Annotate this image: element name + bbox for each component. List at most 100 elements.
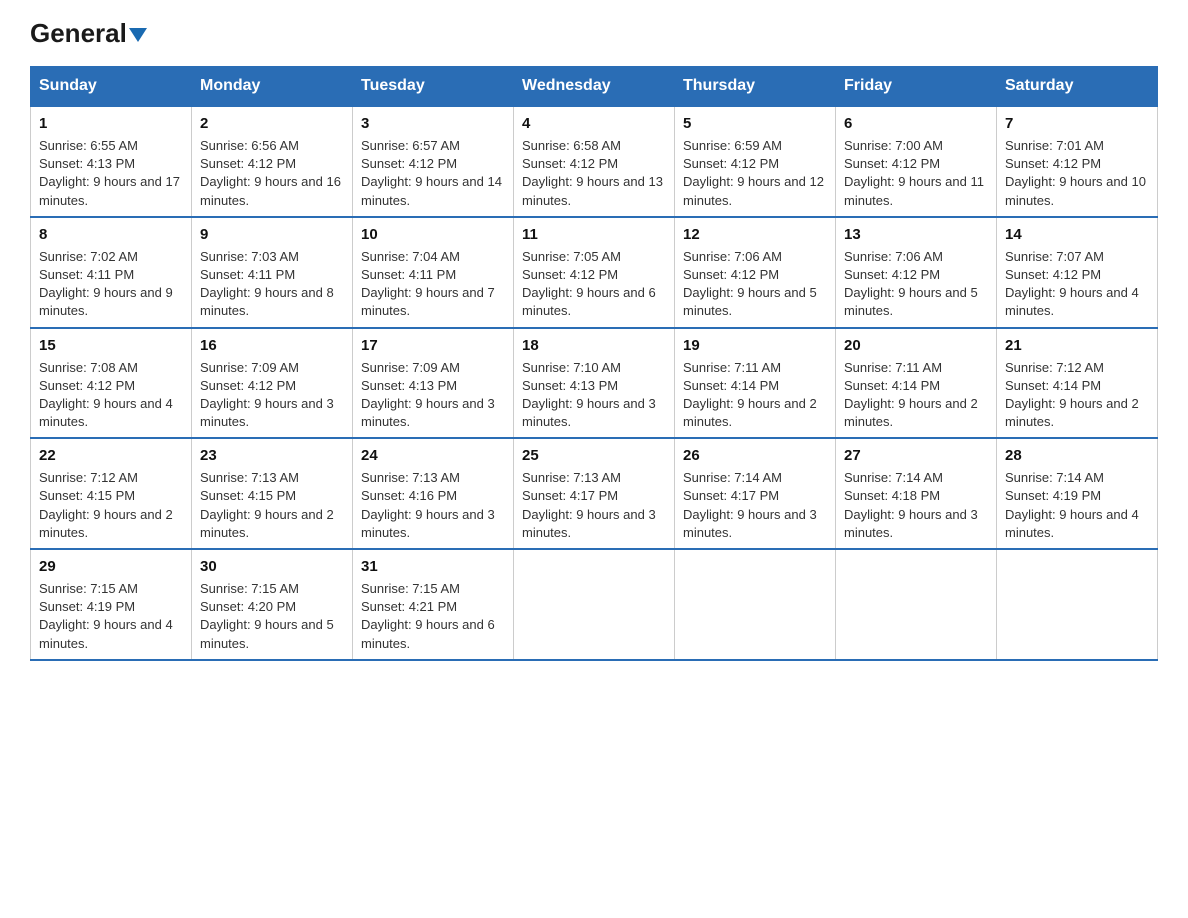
calendar-header-thursday: Thursday bbox=[675, 67, 836, 107]
calendar-cell: 9 Sunrise: 7:03 AMSunset: 4:11 PMDaylight… bbox=[192, 217, 353, 328]
day-info: Sunrise: 7:13 AMSunset: 4:16 PMDaylight:… bbox=[361, 469, 505, 542]
calendar-cell: 24 Sunrise: 7:13 AMSunset: 4:16 PMDayligh… bbox=[353, 438, 514, 549]
day-info: Sunrise: 7:10 AMSunset: 4:13 PMDaylight:… bbox=[522, 359, 666, 432]
day-info: Sunrise: 7:07 AMSunset: 4:12 PMDaylight:… bbox=[1005, 248, 1149, 321]
day-info: Sunrise: 7:09 AMSunset: 4:12 PMDaylight:… bbox=[200, 359, 344, 432]
calendar-cell: 22 Sunrise: 7:12 AMSunset: 4:15 PMDayligh… bbox=[31, 438, 192, 549]
calendar-header-sunday: Sunday bbox=[31, 67, 192, 107]
day-info: Sunrise: 6:58 AMSunset: 4:12 PMDaylight:… bbox=[522, 137, 666, 210]
day-number: 21 bbox=[1005, 335, 1149, 356]
day-info: Sunrise: 7:03 AMSunset: 4:11 PMDaylight:… bbox=[200, 248, 344, 321]
calendar-cell: 23 Sunrise: 7:13 AMSunset: 4:15 PMDayligh… bbox=[192, 438, 353, 549]
calendar-header-wednesday: Wednesday bbox=[514, 67, 675, 107]
logo-line1: General bbox=[30, 20, 147, 46]
day-number: 13 bbox=[844, 224, 988, 245]
calendar-header-monday: Monday bbox=[192, 67, 353, 107]
page-header: General bbox=[30, 20, 1158, 48]
day-number: 24 bbox=[361, 445, 505, 466]
day-number: 14 bbox=[1005, 224, 1149, 245]
calendar-cell: 27 Sunrise: 7:14 AMSunset: 4:18 PMDayligh… bbox=[836, 438, 997, 549]
day-number: 31 bbox=[361, 556, 505, 577]
day-info: Sunrise: 7:01 AMSunset: 4:12 PMDaylight:… bbox=[1005, 137, 1149, 210]
calendar-week-row: 22 Sunrise: 7:12 AMSunset: 4:15 PMDayligh… bbox=[31, 438, 1158, 549]
calendar-table: SundayMondayTuesdayWednesdayThursdayFrid… bbox=[30, 66, 1158, 661]
calendar-cell: 2 Sunrise: 6:56 AMSunset: 4:12 PMDaylight… bbox=[192, 106, 353, 217]
calendar-cell: 7 Sunrise: 7:01 AMSunset: 4:12 PMDaylight… bbox=[997, 106, 1158, 217]
day-info: Sunrise: 7:15 AMSunset: 4:21 PMDaylight:… bbox=[361, 580, 505, 653]
day-info: Sunrise: 7:06 AMSunset: 4:12 PMDaylight:… bbox=[683, 248, 827, 321]
calendar-cell: 17 Sunrise: 7:09 AMSunset: 4:13 PMDayligh… bbox=[353, 328, 514, 439]
logo-triangle-icon bbox=[129, 28, 147, 42]
calendar-header-friday: Friday bbox=[836, 67, 997, 107]
day-number: 26 bbox=[683, 445, 827, 466]
day-number: 18 bbox=[522, 335, 666, 356]
day-number: 28 bbox=[1005, 445, 1149, 466]
calendar-cell: 14 Sunrise: 7:07 AMSunset: 4:12 PMDayligh… bbox=[997, 217, 1158, 328]
calendar-header-row: SundayMondayTuesdayWednesdayThursdayFrid… bbox=[31, 67, 1158, 107]
day-info: Sunrise: 7:00 AMSunset: 4:12 PMDaylight:… bbox=[844, 137, 988, 210]
day-info: Sunrise: 7:05 AMSunset: 4:12 PMDaylight:… bbox=[522, 248, 666, 321]
day-number: 22 bbox=[39, 445, 183, 466]
calendar-cell: 6 Sunrise: 7:00 AMSunset: 4:12 PMDaylight… bbox=[836, 106, 997, 217]
day-number: 12 bbox=[683, 224, 827, 245]
day-info: Sunrise: 6:56 AMSunset: 4:12 PMDaylight:… bbox=[200, 137, 344, 210]
calendar-cell: 4Sunrise: 6:58 AMSunset: 4:12 PMDaylight… bbox=[514, 106, 675, 217]
day-info: Sunrise: 7:12 AMSunset: 4:14 PMDaylight:… bbox=[1005, 359, 1149, 432]
day-info: Sunrise: 7:08 AMSunset: 4:12 PMDaylight:… bbox=[39, 359, 183, 432]
calendar-header-saturday: Saturday bbox=[997, 67, 1158, 107]
calendar-cell: 28 Sunrise: 7:14 AMSunset: 4:19 PMDayligh… bbox=[997, 438, 1158, 549]
calendar-header-tuesday: Tuesday bbox=[353, 67, 514, 107]
calendar-week-row: 29Sunrise: 7:15 AMSunset: 4:19 PMDayligh… bbox=[31, 549, 1158, 660]
calendar-cell: 10Sunrise: 7:04 AMSunset: 4:11 PMDayligh… bbox=[353, 217, 514, 328]
day-number: 11 bbox=[522, 224, 666, 245]
calendar-cell bbox=[675, 549, 836, 660]
day-number: 27 bbox=[844, 445, 988, 466]
day-info: Sunrise: 7:15 AMSunset: 4:20 PMDaylight:… bbox=[200, 580, 344, 653]
calendar-week-row: 8Sunrise: 7:02 AMSunset: 4:11 PMDaylight… bbox=[31, 217, 1158, 328]
calendar-cell: 13 Sunrise: 7:06 AMSunset: 4:12 PMDayligh… bbox=[836, 217, 997, 328]
calendar-week-row: 1Sunrise: 6:55 AMSunset: 4:13 PMDaylight… bbox=[31, 106, 1158, 217]
day-number: 7 bbox=[1005, 113, 1149, 134]
calendar-cell: 12 Sunrise: 7:06 AMSunset: 4:12 PMDayligh… bbox=[675, 217, 836, 328]
calendar-cell bbox=[836, 549, 997, 660]
calendar-week-row: 15Sunrise: 7:08 AMSunset: 4:12 PMDayligh… bbox=[31, 328, 1158, 439]
day-info: Sunrise: 7:04 AMSunset: 4:11 PMDaylight:… bbox=[361, 248, 505, 321]
day-info: Sunrise: 7:14 AMSunset: 4:18 PMDaylight:… bbox=[844, 469, 988, 542]
day-info: Sunrise: 6:57 AMSunset: 4:12 PMDaylight:… bbox=[361, 137, 505, 210]
day-info: Sunrise: 7:15 AMSunset: 4:19 PMDaylight:… bbox=[39, 580, 183, 653]
day-info: Sunrise: 7:12 AMSunset: 4:15 PMDaylight:… bbox=[39, 469, 183, 542]
day-info: Sunrise: 7:09 AMSunset: 4:13 PMDaylight:… bbox=[361, 359, 505, 432]
calendar-cell bbox=[514, 549, 675, 660]
calendar-cell: 16 Sunrise: 7:09 AMSunset: 4:12 PMDayligh… bbox=[192, 328, 353, 439]
day-info: Sunrise: 7:13 AMSunset: 4:15 PMDaylight:… bbox=[200, 469, 344, 542]
calendar-cell: 8Sunrise: 7:02 AMSunset: 4:11 PMDaylight… bbox=[31, 217, 192, 328]
day-info: Sunrise: 7:14 AMSunset: 4:17 PMDaylight:… bbox=[683, 469, 827, 542]
day-number: 23 bbox=[200, 445, 344, 466]
day-number: 25 bbox=[522, 445, 666, 466]
day-number: 6 bbox=[844, 113, 988, 134]
day-number: 3 bbox=[361, 113, 505, 134]
day-info: Sunrise: 7:14 AMSunset: 4:19 PMDaylight:… bbox=[1005, 469, 1149, 542]
calendar-cell: 11 Sunrise: 7:05 AMSunset: 4:12 PMDayligh… bbox=[514, 217, 675, 328]
day-number: 8 bbox=[39, 224, 183, 245]
day-number: 9 bbox=[200, 224, 344, 245]
day-number: 16 bbox=[200, 335, 344, 356]
calendar-cell: 3 Sunrise: 6:57 AMSunset: 4:12 PMDaylight… bbox=[353, 106, 514, 217]
calendar-cell: 30Sunrise: 7:15 AMSunset: 4:20 PMDayligh… bbox=[192, 549, 353, 660]
day-number: 2 bbox=[200, 113, 344, 134]
day-info: Sunrise: 7:06 AMSunset: 4:12 PMDaylight:… bbox=[844, 248, 988, 321]
day-info: Sunrise: 6:59 AMSunset: 4:12 PMDaylight:… bbox=[683, 137, 827, 210]
calendar-cell: 29Sunrise: 7:15 AMSunset: 4:19 PMDayligh… bbox=[31, 549, 192, 660]
calendar-cell: 19Sunrise: 7:11 AMSunset: 4:14 PMDayligh… bbox=[675, 328, 836, 439]
day-number: 5 bbox=[683, 113, 827, 134]
calendar-cell bbox=[997, 549, 1158, 660]
day-info: Sunrise: 7:11 AMSunset: 4:14 PMDaylight:… bbox=[844, 359, 988, 432]
calendar-cell: 25Sunrise: 7:13 AMSunset: 4:17 PMDayligh… bbox=[514, 438, 675, 549]
day-number: 20 bbox=[844, 335, 988, 356]
calendar-cell: 15Sunrise: 7:08 AMSunset: 4:12 PMDayligh… bbox=[31, 328, 192, 439]
day-info: Sunrise: 7:11 AMSunset: 4:14 PMDaylight:… bbox=[683, 359, 827, 432]
day-number: 17 bbox=[361, 335, 505, 356]
calendar-cell: 20 Sunrise: 7:11 AMSunset: 4:14 PMDayligh… bbox=[836, 328, 997, 439]
logo: General bbox=[30, 20, 147, 48]
calendar-cell: 5 Sunrise: 6:59 AMSunset: 4:12 PMDaylight… bbox=[675, 106, 836, 217]
